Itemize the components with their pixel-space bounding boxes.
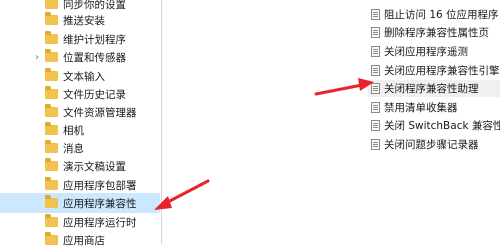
tree-item-label: 消息 (63, 142, 84, 155)
tree-item[interactable]: 应用程序运行时 (0, 212, 160, 232)
navigation-tree: 同步你的设置 推送安装 维护计划程序 › 位置和传感器 文本输入 文件历史记录 文件资源管理器… (0, 0, 160, 247)
chevron-right-icon[interactable]: › (32, 47, 42, 67)
tree-item[interactable]: 应用程序兼容性 (0, 193, 160, 213)
tree-item[interactable]: 推送安装 (0, 10, 160, 30)
folder-icon (45, 195, 58, 208)
tree-item-label: 文本输入 (63, 70, 105, 83)
tree-item[interactable]: 消息 (0, 138, 160, 158)
folder-icon (45, 140, 58, 153)
tree-item-label: 维护计划程序 (63, 33, 126, 46)
tree-item-label: 应用程序包部署 (63, 179, 137, 192)
policy-document-icon (371, 120, 380, 131)
annotation-arrow-tree (154, 179, 210, 210)
tree-item-label: 推送安装 (63, 14, 105, 27)
tree-item[interactable]: 文件资源管理器 (0, 102, 160, 122)
policy-document-icon (371, 139, 380, 150)
tree-item-label: 相机 (63, 124, 84, 137)
policy-row[interactable]: 关闭应用程序兼容性引擎 (368, 62, 500, 79)
policy-row[interactable]: 关闭 SwitchBack 兼容性 (368, 117, 500, 134)
folder-icon (45, 214, 58, 227)
tree-item-label: 位置和传感器 (63, 51, 126, 64)
policy-label: 禁用清单收集器 (384, 102, 458, 114)
policy-document-icon (371, 27, 380, 38)
tree-item-label: 应用商店 (63, 234, 105, 247)
policy-row[interactable]: 关闭程序兼容性助理 (368, 80, 500, 97)
policy-row[interactable]: 关闭应用程序遥测 (368, 43, 500, 60)
policy-document-icon (371, 102, 380, 113)
folder-icon (45, 104, 58, 117)
tree-item-label: 文件历史记录 (63, 88, 126, 101)
policy-document-icon (371, 9, 380, 20)
tree-item-label: 应用程序兼容性 (63, 197, 137, 210)
folder-icon (45, 49, 58, 62)
tree-item[interactable]: 维护计划程序 (0, 29, 160, 49)
tree-item[interactable]: 应用商店 (0, 230, 160, 250)
policy-list: 阻止访问 16 位应用程序 删除程序兼容性属性页 关闭应用程序遥测关闭应用程序兼容性… (368, 0, 500, 244)
policy-label: 关闭 SwitchBack 兼容性 (384, 120, 500, 132)
policy-document-icon (371, 65, 380, 76)
policy-label: 关闭应用程序兼容性引擎 (384, 65, 500, 77)
policy-row[interactable]: 禁用清单收集器 (368, 99, 500, 116)
folder-icon (45, 177, 58, 190)
folder-icon (45, 12, 58, 25)
policy-label: 关闭程序兼容性助理 (384, 83, 479, 95)
policy-row[interactable]: 关闭问题步骤记录器 (368, 136, 500, 153)
tree-item-label: 应用程序运行时 (63, 216, 137, 229)
tree-item[interactable]: 演示文稿设置 (0, 156, 160, 176)
folder-icon (45, 0, 58, 9)
policy-label: 关闭应用程序遥测 (384, 46, 468, 58)
tree-item-label: 文件资源管理器 (63, 106, 137, 119)
folder-icon (45, 122, 58, 135)
policy-label: 关闭问题步骤记录器 (384, 139, 479, 151)
folder-icon (45, 158, 58, 171)
tree-item[interactable]: 应用程序包部署 (0, 175, 160, 195)
policy-row[interactable]: 阻止访问 16 位应用程序 (368, 6, 500, 23)
tree-item[interactable]: 相机 (0, 120, 160, 140)
folder-icon (45, 68, 58, 81)
tree-item-label: 演示文稿设置 (63, 160, 126, 173)
folder-icon (45, 31, 58, 44)
tree-item[interactable]: 文件历史记录 (0, 84, 160, 104)
policy-label: 删除程序兼容性属性页 (384, 27, 489, 39)
policy-row[interactable]: 删除程序兼容性属性页 (368, 24, 500, 41)
policy-label: 阻止访问 16 位应用程序 (384, 9, 499, 21)
tree-item[interactable]: › 位置和传感器 (0, 47, 160, 67)
policy-document-icon (371, 46, 380, 57)
annotation-arrow-policy (314, 78, 374, 96)
folder-icon (45, 86, 58, 99)
tree-item[interactable]: 文本输入 (0, 66, 160, 86)
